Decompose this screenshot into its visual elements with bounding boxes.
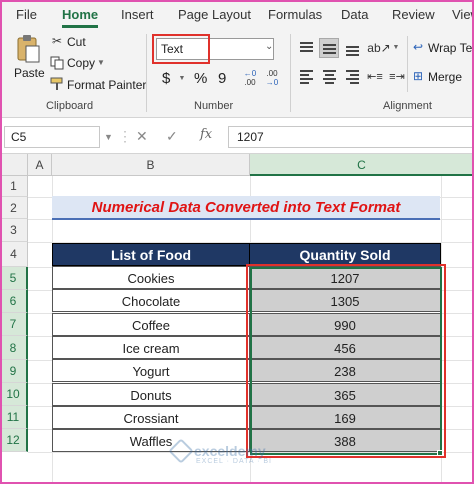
- cut-icon[interactable]: ✂: [50, 34, 64, 48]
- group-divider: [146, 34, 147, 112]
- paste-button[interactable]: Paste: [14, 66, 45, 80]
- watermark: exceldemy EXCEL · DATA · BI: [168, 438, 271, 465]
- merge-center-button[interactable]: Merge: [428, 70, 462, 84]
- group-divider: [407, 36, 408, 92]
- decrease-indent-icon[interactable]: ⇤≡: [366, 68, 384, 84]
- number-format-dropdown[interactable]: Text: [156, 38, 274, 60]
- row-header-5[interactable]: 5: [0, 267, 28, 290]
- tab-formulas[interactable]: Formulas: [268, 7, 322, 22]
- quantity-cell[interactable]: 1305: [249, 289, 441, 313]
- format-painter-button[interactable]: Format Painter: [67, 78, 146, 92]
- gridline: [441, 176, 442, 484]
- tab-data[interactable]: Data: [341, 7, 368, 22]
- number-group-label: Number: [194, 100, 234, 112]
- tab-page-layout[interactable]: Page Layout: [178, 7, 251, 22]
- tab-view[interactable]: View: [452, 7, 474, 22]
- chevron-down-icon[interactable]: ⌄: [265, 41, 273, 52]
- quantity-cell[interactable]: 365: [249, 382, 441, 406]
- row-header-2[interactable]: 2: [0, 197, 28, 219]
- row-header-3[interactable]: 3: [0, 219, 28, 242]
- tab-file[interactable]: File: [16, 7, 37, 22]
- row-header-10[interactable]: 10: [0, 383, 28, 406]
- column-header-c[interactable]: C: [250, 154, 474, 176]
- cancel-icon[interactable]: ✕: [136, 128, 148, 145]
- copy-dropdown-icon[interactable]: ▼: [96, 57, 106, 67]
- align-right-icon[interactable]: [342, 66, 362, 86]
- comma-style-button[interactable]: 9: [218, 70, 226, 87]
- quantity-cell[interactable]: 1207: [249, 266, 441, 289]
- name-box-dropdown-icon[interactable]: ▼: [104, 132, 113, 142]
- wrap-text-icon[interactable]: ↩: [411, 40, 425, 54]
- align-middle-icon[interactable]: [319, 38, 339, 58]
- row-header-4[interactable]: 4: [0, 242, 28, 267]
- exceldemy-logo-icon: [168, 438, 194, 464]
- food-cell[interactable]: Crossiant: [52, 405, 250, 429]
- quantity-cell[interactable]: 238: [249, 359, 441, 383]
- tab-home[interactable]: Home: [62, 7, 99, 28]
- group-divider: [290, 34, 291, 112]
- column-header-a[interactable]: A: [28, 154, 52, 176]
- quantity-cell[interactable]: 456: [249, 335, 441, 359]
- row-header-12[interactable]: 12: [0, 429, 28, 452]
- food-cell[interactable]: Donuts: [52, 382, 250, 406]
- increase-decimal-icon[interactable]: ←0.00: [240, 68, 260, 88]
- percent-button[interactable]: %: [194, 70, 207, 87]
- table-header-quantity[interactable]: Quantity Sold: [249, 243, 441, 266]
- watermark-tagline: EXCEL · DATA · BI: [196, 458, 272, 465]
- decrease-decimal-icon[interactable]: .00 →0: [262, 68, 282, 88]
- ribbon: Paste ✂ Cut Copy ▼ Format Painter Clipbo…: [0, 30, 474, 118]
- copy-icon[interactable]: [50, 56, 64, 70]
- enter-check-icon[interactable]: ✓: [166, 128, 178, 145]
- formula-content: 1207: [237, 130, 264, 144]
- tab-review[interactable]: Review: [392, 7, 435, 22]
- row-header-9[interactable]: 9: [0, 360, 28, 383]
- currency-button[interactable]: $: [162, 70, 170, 87]
- select-all-corner[interactable]: [0, 154, 28, 176]
- food-cell[interactable]: Ice cream: [52, 335, 250, 359]
- quantity-cell[interactable]: 990: [249, 312, 441, 336]
- copy-button[interactable]: Copy: [67, 56, 95, 70]
- name-box-value: C5: [11, 130, 27, 144]
- clipboard-group-label: Clipboard: [46, 100, 94, 112]
- format-painter-icon[interactable]: [50, 77, 64, 91]
- more-options-icon: ⋮: [118, 128, 132, 144]
- column-header-b[interactable]: B: [52, 154, 250, 176]
- paste-icon[interactable]: [14, 34, 42, 64]
- merge-center-icon[interactable]: ⊞: [411, 69, 425, 83]
- wrap-text-button[interactable]: Wrap Te: [428, 41, 472, 55]
- row-header-8[interactable]: 8: [0, 336, 28, 360]
- row-header-6[interactable]: 6: [0, 290, 28, 313]
- row-header-7[interactable]: 7: [0, 313, 28, 336]
- table-header-food[interactable]: List of Food: [52, 243, 250, 266]
- worksheet-grid: A B C 1 2 3 4 5 6 7 8 9 10 11 12 Numerical Data Con…: [0, 154, 474, 484]
- row-header-1[interactable]: 1: [0, 176, 28, 197]
- insert-function-button[interactable]: fx: [200, 127, 212, 142]
- orientation-dropdown-icon[interactable]: ▼: [392, 43, 400, 51]
- formula-bar: C5 ▼ ⋮ ✕ ✓ fx 1207: [0, 118, 474, 154]
- fill-handle[interactable]: [437, 450, 443, 456]
- ribbon-tab-bar: File Home Insert Page Layout Formulas Da…: [0, 0, 474, 30]
- align-center-icon[interactable]: [319, 66, 339, 86]
- align-bottom-icon[interactable]: [342, 38, 362, 58]
- food-cell[interactable]: Yogurt: [52, 359, 250, 383]
- quantity-cell[interactable]: 388: [249, 429, 441, 453]
- watermark-name: exceldemy: [194, 443, 266, 459]
- row-header-11[interactable]: 11: [0, 406, 28, 429]
- food-cell[interactable]: Cookies: [52, 266, 250, 289]
- number-format-value: Text: [161, 42, 184, 56]
- currency-dropdown-icon[interactable]: ▼: [178, 74, 186, 82]
- cut-button[interactable]: Cut: [67, 35, 86, 49]
- food-cell[interactable]: Coffee: [52, 312, 250, 336]
- quantity-cell[interactable]: 169: [249, 405, 441, 429]
- align-top-icon[interactable]: [296, 38, 316, 58]
- align-left-icon[interactable]: [296, 66, 316, 86]
- sheet-title[interactable]: Numerical Data Converted into Text Forma…: [52, 196, 440, 220]
- formula-input[interactable]: 1207: [228, 126, 474, 148]
- increase-indent-icon[interactable]: ≡⇥: [388, 68, 406, 84]
- name-box[interactable]: C5: [4, 126, 100, 148]
- tab-insert[interactable]: Insert: [121, 7, 154, 22]
- alignment-group-label: Alignment: [383, 100, 432, 112]
- food-cell[interactable]: Chocolate: [52, 289, 250, 313]
- orientation-icon[interactable]: ab↗: [367, 40, 390, 56]
